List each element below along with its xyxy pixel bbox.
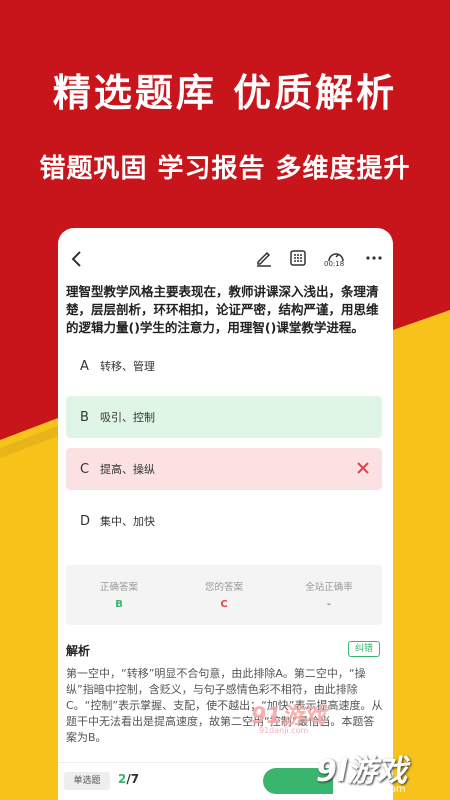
watermark-logo: 91游戏 91danji.com — [229, 698, 339, 738]
banner-headline: 精选题库 优质解析 — [52, 71, 398, 115]
option-text: 集中、加快 — [100, 515, 155, 528]
answer-stats-panel: 正确答案 B 您的答案 C 全站正确率 - — [66, 565, 382, 625]
option-letter: D — [80, 513, 91, 529]
question-type-tag: 单选题 — [64, 772, 110, 790]
option-a[interactable]: A 转移、管理 — [66, 345, 382, 387]
stat-correct-answer: 正确答案 B — [69, 579, 169, 610]
back-arrow-icon[interactable] — [66, 248, 88, 270]
timer-value: 00:18 — [324, 260, 345, 268]
option-d[interactable]: D 集中、加快 — [66, 500, 382, 542]
edit-pen-icon[interactable] — [254, 248, 274, 268]
wrong-x-icon — [356, 460, 370, 474]
stat-value: C — [220, 599, 228, 610]
option-text: 吸引、控制 — [100, 411, 155, 424]
watermark-sub: 91danji.com — [259, 726, 309, 735]
question-progress: 2/7 — [118, 772, 139, 786]
option-text: 转移、管理 — [100, 360, 155, 373]
corner-site-logo: 9l游戏 91danji.com — [308, 740, 450, 800]
question-text: 理智型教学风格主要表现在，教师讲课深入浅出，条理清楚，层层剖析，环环相扣，论证严… — [66, 284, 379, 335]
option-text: 提高、操纵 — [100, 463, 155, 476]
option-letter: A — [80, 358, 89, 374]
progress-total: /7 — [126, 772, 140, 786]
phone-screen: 00:18 理智型教学风格主要表现在，教师讲课深入浅出，条理清楚，层层剖析，环环… — [58, 228, 393, 800]
stat-label: 您的答案 — [204, 582, 243, 593]
stat-your-answer: 您的答案 C — [174, 579, 274, 610]
option-c-wrong[interactable]: C 提高、操纵 — [66, 448, 382, 490]
analysis-title: 解析 — [66, 644, 91, 658]
option-letter: B — [80, 409, 89, 425]
top-toolbar: 00:18 — [58, 228, 393, 276]
corner-logo-sub: 91danji.com — [344, 784, 406, 795]
stat-site-accuracy: 全站正确率 - — [279, 579, 379, 610]
stat-label: 正确答案 — [99, 582, 138, 593]
option-letter: C — [80, 461, 90, 477]
answer-sheet-grid-icon[interactable] — [288, 248, 308, 268]
stat-label: 全站正确率 — [305, 582, 353, 593]
option-b-correct[interactable]: B 吸引、控制 — [66, 396, 382, 438]
stat-value: - — [326, 599, 332, 610]
report-error-button[interactable]: 纠错 — [348, 641, 380, 657]
more-options-icon[interactable] — [364, 248, 384, 268]
banner-subline: 错题巩固 学习报告 多维度提升 — [39, 154, 411, 184]
stat-value: B — [115, 599, 123, 610]
